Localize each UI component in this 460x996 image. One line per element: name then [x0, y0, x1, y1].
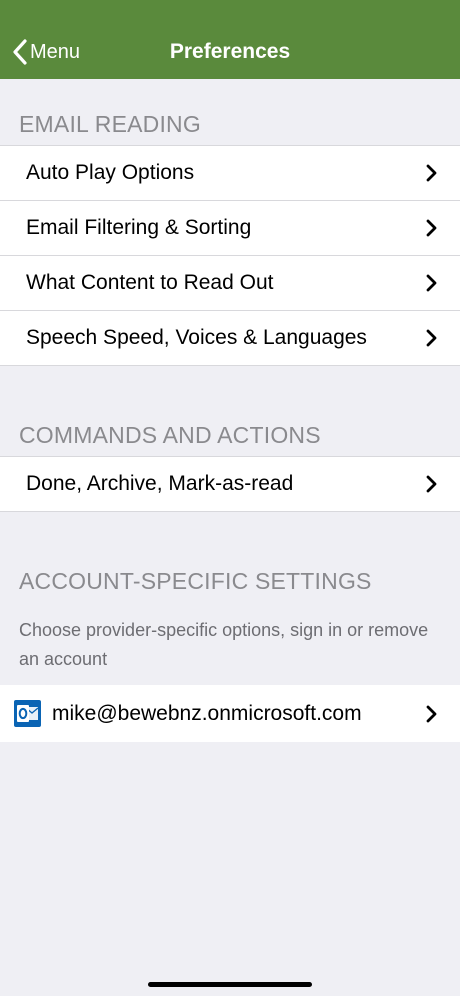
item-label: Email Filtering & Sorting	[26, 216, 252, 239]
section-header-commands-actions: COMMANDS AND ACTIONS	[19, 422, 321, 448]
account-email: mike@bewebnz.onmicrosoft.com	[52, 701, 362, 725]
navigation-bar: Menu Preferences	[0, 0, 460, 79]
chevron-right-icon	[426, 705, 437, 722]
email-filtering-sorting-item[interactable]: Email Filtering & Sorting	[0, 200, 460, 255]
account-item[interactable]: mike@bewebnz.onmicrosoft.com	[0, 685, 460, 742]
section-header-email-reading: EMAIL READING	[19, 111, 201, 137]
home-indicator[interactable]	[148, 982, 312, 987]
email-reading-group: Auto Play Options Email Filtering & Sort…	[0, 145, 460, 366]
chevron-right-icon	[426, 164, 437, 182]
page-title: Preferences	[169, 40, 291, 63]
done-archive-mark-read-item[interactable]: Done, Archive, Mark-as-read	[0, 457, 460, 511]
commands-group: Done, Archive, Mark-as-read	[0, 456, 460, 512]
accounts-group: mike@bewebnz.onmicrosoft.com	[0, 685, 460, 742]
item-label: What Content to Read Out	[26, 271, 274, 294]
chevron-right-icon	[426, 219, 437, 237]
content-to-read-out-item[interactable]: What Content to Read Out	[0, 255, 460, 310]
chevron-right-icon	[426, 329, 437, 347]
account-settings-description: Choose provider-specific options, sign i…	[19, 620, 429, 669]
chevron-right-icon	[426, 274, 437, 292]
outlook-icon	[14, 700, 41, 727]
auto-play-options-item[interactable]: Auto Play Options	[0, 146, 460, 200]
speech-voices-languages-item[interactable]: Speech Speed, Voices & Languages	[0, 310, 460, 365]
item-label: Done, Archive, Mark-as-read	[26, 472, 294, 495]
item-label: Speech Speed, Voices & Languages	[26, 326, 367, 349]
item-label: Auto Play Options	[26, 161, 195, 184]
section-header-account-settings: ACCOUNT-SPECIFIC SETTINGS	[19, 568, 372, 594]
chevron-right-icon	[426, 475, 437, 493]
